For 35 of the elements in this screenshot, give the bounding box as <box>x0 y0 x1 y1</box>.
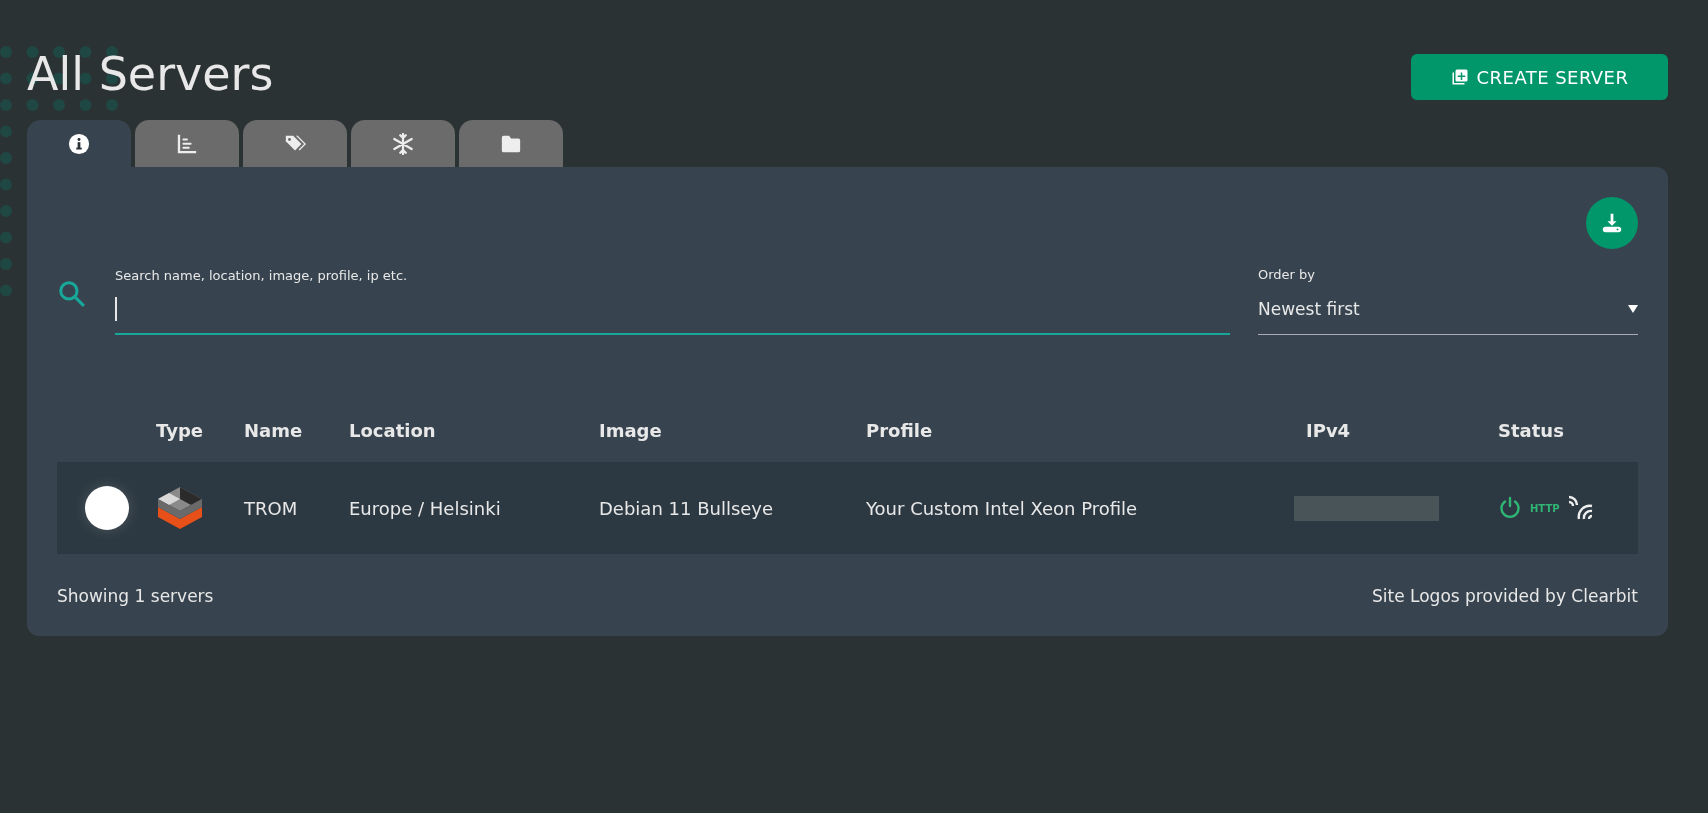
dropdown-caret-icon <box>1628 305 1638 314</box>
tab[interactable] <box>459 120 563 167</box>
server-row[interactable]: TROM Europe / Helsinki Debian 11 Bullseye Your Custom Intel Xeon Profile HTTP <box>57 462 1638 554</box>
search-field-label: Search name, location, image, profile, ip etc. <box>115 266 409 285</box>
column-header: IPv4 <box>1306 420 1351 441</box>
column-header: Name <box>244 420 303 441</box>
server-count-text: Showing 1 servers <box>57 585 214 608</box>
order-by-select[interactable]: Order by Newest first <box>1258 265 1638 335</box>
create-server-button[interactable]: CREATE SERVER <box>1411 54 1668 100</box>
order-by-label: Order by <box>1258 266 1317 284</box>
signal-waves-icon <box>1567 495 1594 521</box>
bar-chart-icon <box>176 132 198 155</box>
server-location: Europe / Helsinki <box>349 497 501 519</box>
column-header: Profile <box>866 420 933 441</box>
server-name: TROM <box>244 497 298 519</box>
column-header: Image <box>599 420 662 441</box>
protocol-label: HTTP <box>1530 501 1560 516</box>
server-image: Debian 11 Bullseye <box>599 497 774 519</box>
column-header: Type <box>156 420 203 441</box>
text-cursor <box>115 297 117 321</box>
tab[interactable] <box>27 120 131 167</box>
order-by-value: Newest first <box>1258 297 1360 321</box>
column-header: Status <box>1498 420 1564 441</box>
snowflake-icon <box>392 132 414 155</box>
search-icon <box>57 279 87 309</box>
download-button[interactable] <box>1586 197 1638 249</box>
column-header: Location <box>349 420 436 441</box>
download-icon <box>1601 212 1623 234</box>
tab[interactable] <box>243 120 347 167</box>
server-profile: Your Custom Intel Xeon Profile <box>866 497 1138 519</box>
clearbit-credit-text: Site Logos provided by Clearbit <box>1372 585 1638 608</box>
add-copy-icon <box>1450 68 1469 86</box>
page-title: All Servers <box>27 46 274 102</box>
info-icon <box>68 132 90 155</box>
container-stack-icon <box>156 485 204 531</box>
